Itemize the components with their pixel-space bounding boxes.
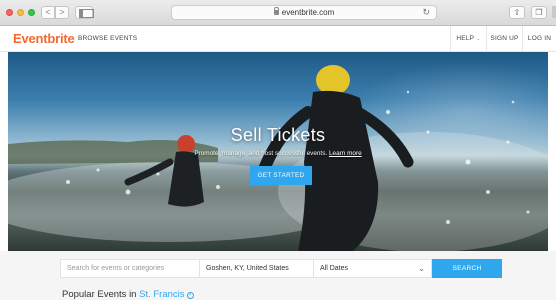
learn-more-link[interactable]: Learn more: [329, 150, 362, 157]
clear-location-icon[interactable]: ×: [186, 292, 194, 299]
sidebar-icon[interactable]: [75, 6, 94, 19]
search-button[interactable]: SEARCH: [432, 259, 502, 278]
date-select-value: All Dates: [320, 265, 349, 272]
share-icon[interactable]: ⇧: [509, 6, 525, 19]
chevron-right-icon[interactable]: >: [55, 6, 69, 19]
hero-subtitle-text: Promote, manage, and host successful eve…: [194, 150, 328, 157]
minimize-window-button[interactable]: [17, 9, 24, 16]
location-field[interactable]: Goshen, KY, United States: [200, 259, 314, 278]
tabs-icon[interactable]: ❐: [531, 6, 547, 19]
close-window-button[interactable]: [6, 9, 13, 16]
hero-banner: Sell Tickets Promote, manage, and host s…: [8, 52, 548, 251]
chevron-down-icon: ⌄: [418, 264, 425, 273]
date-select[interactable]: All Dates ⌄: [314, 259, 432, 278]
lock-icon: [273, 7, 280, 15]
eventbrite-logo[interactable]: Eventbrite: [13, 31, 75, 46]
help-label: HELP: [456, 35, 475, 42]
search-input[interactable]: Search for events or categories: [60, 259, 200, 278]
header-nav: HELP ⌄ SIGN UP LOG IN: [450, 26, 556, 51]
address-bar[interactable]: eventbrite.com ↻: [171, 5, 437, 20]
city-link[interactable]: St. Francis: [139, 289, 184, 300]
hero-subtitle: Promote, manage, and host successful eve…: [8, 150, 548, 157]
reload-icon[interactable]: ↻: [422, 6, 430, 19]
hero-title: Sell Tickets: [230, 125, 326, 145]
help-menu[interactable]: HELP ⌄: [450, 26, 486, 51]
zoom-window-button[interactable]: [28, 9, 35, 16]
chevron-left-icon[interactable]: <: [41, 6, 55, 19]
popular-events-heading: Popular Events in St. Francis ×: [62, 289, 194, 300]
site-header: Eventbrite BROWSE EVENTS HELP ⌄ SIGN UP L…: [0, 26, 556, 52]
sign-up-link[interactable]: SIGN UP: [486, 26, 522, 51]
browse-events-link[interactable]: BROWSE EVENTS: [78, 35, 137, 42]
log-in-link[interactable]: LOG IN: [522, 26, 556, 51]
popular-prefix: Popular Events in: [62, 289, 137, 300]
chevron-down-icon: ⌄: [476, 36, 481, 42]
get-started-button[interactable]: GET STARTED: [250, 166, 312, 185]
toolbar-edge: [552, 6, 556, 18]
browser-toolbar: < > eventbrite.com ↻ ⇧ ❐: [0, 0, 556, 26]
url-text: eventbrite.com: [281, 8, 335, 17]
